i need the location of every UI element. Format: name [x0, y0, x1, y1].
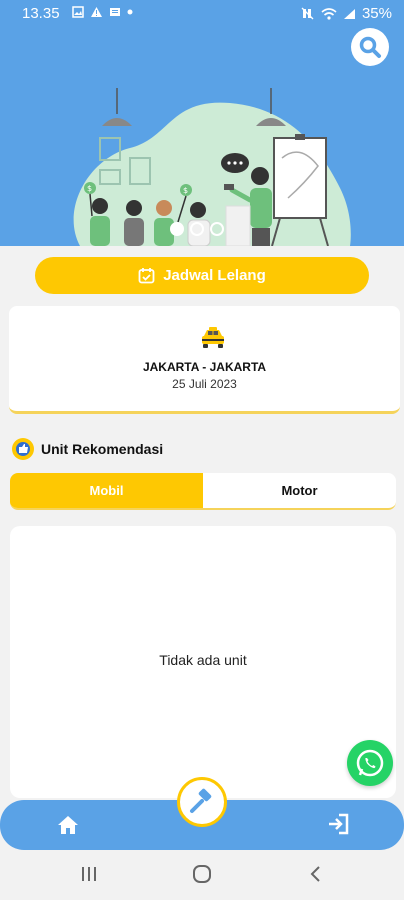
header-banner: 13.35 35% $ $	[0, 0, 404, 246]
unit-list-panel: Tidak ada unit	[10, 526, 396, 798]
auction-date: 25 Juli 2023	[172, 377, 237, 391]
search-button[interactable]	[351, 28, 389, 66]
status-bar: 13.35 35%	[0, 0, 404, 28]
carousel-dot[interactable]	[170, 222, 184, 236]
auction-location-card[interactable]: JAKARTA - JAKARTA 25 Juli 2023	[9, 306, 400, 414]
image-icon	[72, 6, 84, 18]
wifi-icon	[321, 7, 337, 20]
whatsapp-icon	[356, 749, 384, 777]
unit-rekomendasi-title: Unit Rekomendasi	[41, 441, 164, 457]
unit-rekomendasi-header: Unit Rekomendasi	[10, 436, 163, 462]
tab-mobil[interactable]: Mobil	[10, 473, 203, 508]
auction-location-title: JAKARTA - JAKARTA	[142, 360, 267, 374]
carousel-dot[interactable]	[190, 222, 204, 236]
auction-center-button[interactable]	[177, 777, 227, 827]
empty-state-text: Tidak ada unit	[159, 652, 247, 668]
alert-icon	[91, 7, 102, 17]
unit-rekomendasi-icon	[12, 438, 34, 460]
status-system-icons: 35%	[301, 5, 392, 22]
carousel-dot[interactable]	[210, 222, 224, 236]
home-icon[interactable]	[56, 813, 80, 837]
home-circle-icon[interactable]	[192, 864, 212, 884]
taxi-icon	[202, 327, 224, 348]
logout-icon[interactable]	[326, 812, 350, 836]
jadwal-lelang-button[interactable]: Jadwal Lelang	[35, 257, 369, 294]
vehicle-type-tabs: Mobil Motor	[10, 473, 396, 510]
svg-text:$: $	[183, 186, 188, 195]
battery-level: 35%	[361, 5, 392, 22]
signal-icon	[343, 8, 355, 19]
mute-icon	[301, 7, 314, 20]
calendar-icon	[138, 268, 155, 284]
recents-icon[interactable]	[80, 864, 98, 884]
svg-text:$: $	[87, 184, 92, 193]
dot-icon	[127, 9, 133, 15]
status-notifications	[72, 6, 133, 18]
jadwal-lelang-label: Jadwal Lelang	[163, 267, 266, 284]
tab-motor[interactable]: Motor	[203, 473, 396, 508]
back-icon[interactable]	[308, 864, 322, 884]
message-icon	[110, 8, 120, 16]
search-icon	[359, 36, 381, 58]
whatsapp-button[interactable]	[347, 740, 393, 786]
status-time: 13.35	[22, 5, 60, 22]
system-navigation-bar	[0, 850, 404, 900]
carousel-indicator	[170, 222, 224, 236]
auction-hammer-icon	[190, 788, 212, 813]
